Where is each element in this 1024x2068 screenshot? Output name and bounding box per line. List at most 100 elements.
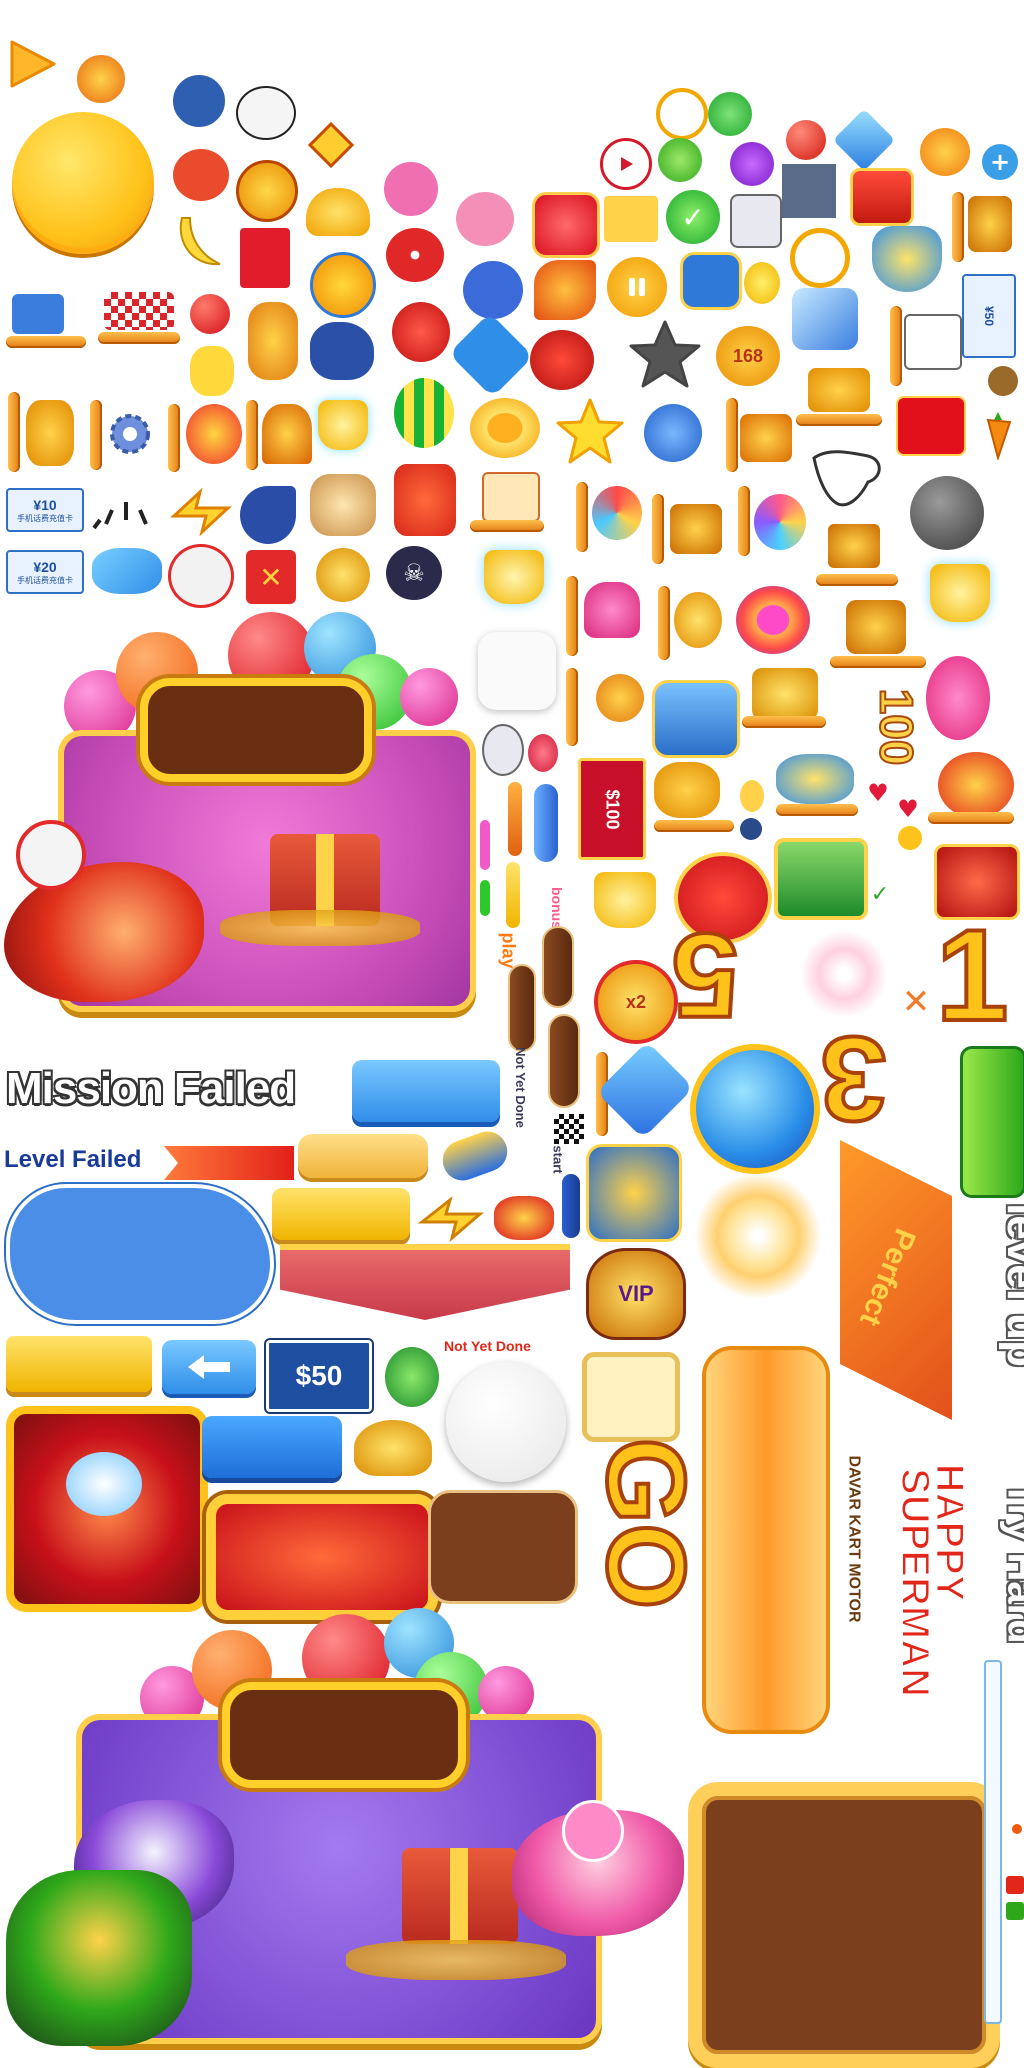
cream-square-button[interactable]: [582, 1352, 680, 1442]
coin-pile: [346, 1940, 566, 1980]
reward-badge-icon: [236, 160, 298, 222]
podium-icon: [604, 196, 658, 242]
banana-bunch-icon: [190, 346, 234, 396]
carrot-icon: [980, 410, 1016, 460]
card-label: 手机话费充值卡: [17, 575, 73, 585]
shelf-bar-vertical: [658, 586, 670, 660]
green-check-icon: ✓: [666, 190, 720, 244]
green-pill-bar: [480, 880, 490, 916]
scroll-mail-icon: [904, 314, 962, 370]
checkered-flag-icon: [104, 292, 174, 330]
number-1: 1: [934, 900, 1010, 1050]
level-up-label: level up: [997, 1203, 1024, 1367]
golden-chest-icon: [968, 196, 1012, 252]
white-button-round[interactable]: [478, 632, 556, 710]
balloon-icon: [400, 668, 458, 726]
price-50-label: $50: [295, 1360, 343, 1391]
blue-button-medium[interactable]: [202, 1416, 342, 1478]
blue-orb-button[interactable]: [690, 1044, 820, 1174]
gold-scroll-banner: [702, 1346, 830, 1734]
try-hard-label: Try Hard: [999, 1481, 1024, 1644]
coin-pile: [220, 910, 420, 946]
play-arrow-icon[interactable]: [6, 38, 58, 90]
blue-star-badge-icon: [680, 252, 742, 310]
blue-button-wide[interactable]: [352, 1060, 500, 1122]
shelf-bar-vertical: [652, 494, 664, 564]
pear-icon: [744, 262, 780, 304]
vip-label: VIP: [618, 1281, 654, 1306]
gift-crate-icon: [808, 368, 870, 412]
red-arrow-banner: [164, 1146, 294, 1180]
back-arrow-button[interactable]: [162, 1340, 256, 1394]
red-egg-icon: [528, 734, 558, 772]
rabbit-face-icon: [236, 86, 296, 140]
yellow-pill-bar: [506, 862, 520, 928]
pink-monster-icon: [384, 162, 438, 216]
vertical-scrollbar-track[interactable]: [984, 1660, 1002, 2024]
gold-bowl-icon: [318, 400, 368, 450]
blue-speech-cloud: [6, 1184, 274, 1324]
loading-spinner-icon: [90, 480, 162, 532]
triangle-badge-icon: [596, 674, 644, 722]
x2-medal-icon: x2: [594, 960, 678, 1044]
crown-chest-icon: [586, 1144, 682, 1242]
small-coin-icon: [74, 52, 128, 106]
yellow-button-flat[interactable]: [298, 1134, 428, 1178]
lightning-badge-icon: [448, 312, 534, 398]
medal-ribbon-icon: [654, 762, 720, 818]
jar-icon: [850, 168, 914, 226]
small-coin-icon: [898, 826, 922, 850]
shelf-bar-vertical: [952, 192, 964, 262]
green-progress-bar: [960, 1046, 1024, 1198]
gold-ingot-icon: [306, 188, 370, 236]
shelf-bar: [742, 716, 826, 728]
gold-clock-icon: [790, 228, 850, 288]
shelf-bar-vertical: [566, 576, 578, 656]
white-circle-button[interactable]: [446, 1362, 566, 1482]
pink-character-avatar: [562, 1800, 624, 1862]
yellow-lightning-icon: [418, 1196, 484, 1242]
yellow-star-icon: [554, 396, 626, 466]
yellow-button-long[interactable]: [6, 1336, 152, 1392]
play-circle-icon[interactable]: [600, 138, 652, 190]
green-treasure-chest-icon: [774, 838, 868, 920]
red-lucky-bag-icon: [896, 396, 966, 456]
gray-square: [782, 164, 836, 218]
price-tag-50[interactable]: $50: [266, 1340, 372, 1412]
big-gold-button[interactable]: [12, 112, 154, 254]
shelf-bar: [98, 332, 180, 344]
golden-bowl-sparkle-icon: [930, 564, 990, 622]
plus-icon[interactable]: +: [982, 144, 1018, 180]
shelf-bar: [816, 574, 898, 586]
shelf-bar: [6, 336, 86, 348]
red-plus-icon: [1006, 1876, 1024, 1894]
golden-cup-icon: [594, 872, 656, 928]
ice-bowl-icon: [484, 550, 544, 604]
dark-star-icon: [628, 318, 702, 390]
golden-helmet-icon: [262, 404, 312, 464]
purple-plum-icon: [730, 142, 774, 186]
lucky-star-icon: [306, 120, 356, 170]
red-start-button[interactable]: [206, 1494, 438, 1620]
yellow-button-large[interactable]: [272, 1188, 410, 1240]
swirl-lollipop-icon: [592, 486, 642, 540]
close-x-icon[interactable]: ✕: [246, 550, 296, 604]
reward-100-label: $100: [602, 788, 623, 830]
pink-bow-icon: [584, 582, 640, 638]
not-yet-done-label: Not Yet Done: [444, 1338, 531, 1354]
mushroom-icon: [386, 228, 444, 282]
badge-168: 168: [716, 326, 780, 386]
shelf-bar-vertical: [738, 486, 750, 556]
pause-icon[interactable]: [604, 254, 670, 320]
shelf-bar: [654, 820, 734, 832]
phone-card-10: ¥10 手机话费充值卡: [6, 488, 84, 532]
mask-face-icon: [170, 146, 232, 204]
banana-icon: [172, 212, 226, 272]
play-label: play: [498, 932, 519, 969]
phone-card-20: ¥20 手机话费充值卡: [6, 550, 84, 594]
bell-lock-icon: [910, 476, 984, 550]
back-arrow-icon: [188, 1355, 230, 1379]
lion-dance-icon: [938, 752, 1014, 818]
shelf-bar: [470, 520, 544, 532]
red-knot-icon: [394, 464, 456, 536]
